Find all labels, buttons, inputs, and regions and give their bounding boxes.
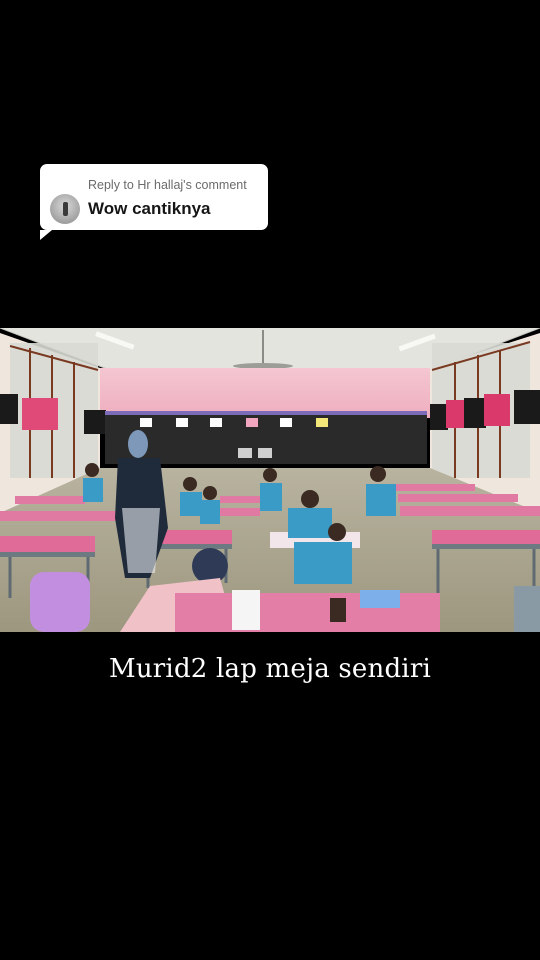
video-caption: Murid2 lap meja sendiri: [109, 654, 431, 684]
reply-header: Reply to Hr hallaj's comment: [88, 178, 247, 192]
reply-comment-card[interactable]: Reply to Hr hallaj's comment Wow cantikn…: [40, 164, 268, 240]
commenter-avatar-icon: [50, 194, 80, 224]
classroom-scene: [0, 328, 540, 632]
classroom-video-frame[interactable]: [0, 328, 540, 632]
reply-comment-text: Wow cantiknya: [88, 199, 211, 218]
